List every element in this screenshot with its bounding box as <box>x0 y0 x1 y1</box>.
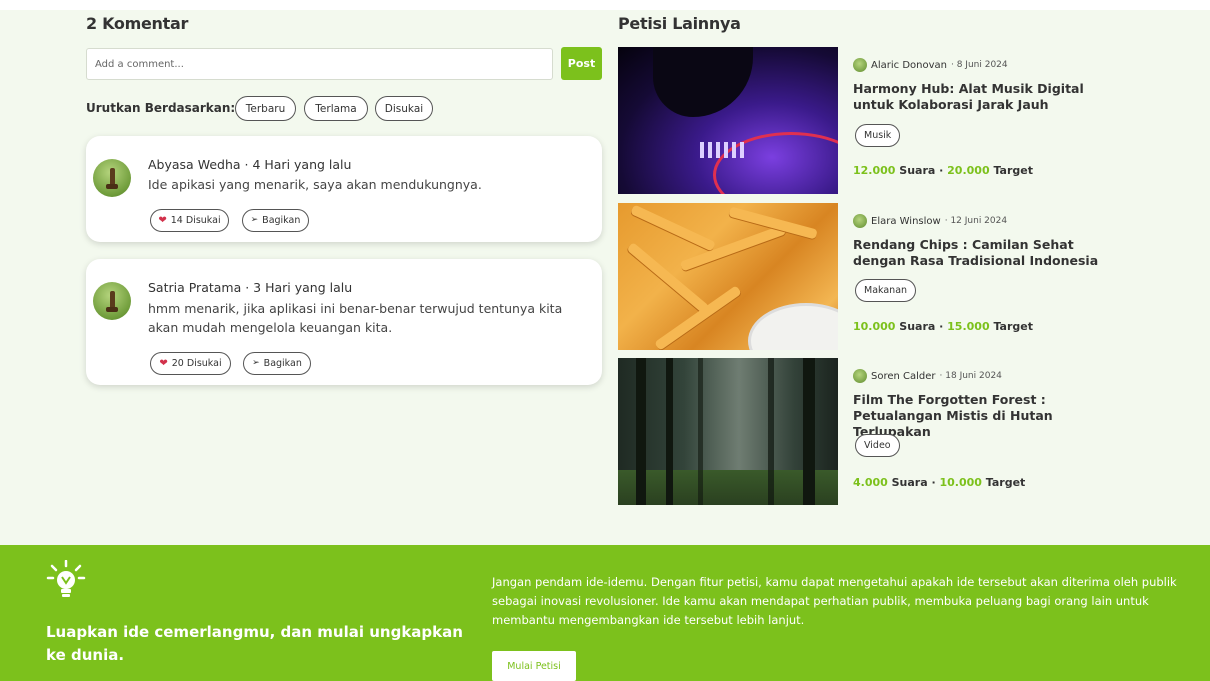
like-button[interactable]: ❤ 20 Disukai <box>150 352 231 375</box>
petition-title[interactable]: Rendang Chips : Camilan Sehat dengan Ras… <box>853 237 1113 269</box>
heart-icon: ❤ <box>159 357 168 369</box>
sort-label: Urutkan Berdasarkan: <box>86 101 236 115</box>
share-arrow-icon: ➢ <box>252 358 260 368</box>
like-count: 20 Disukai <box>171 358 222 369</box>
sort-newest-button[interactable]: Terbaru <box>235 96 296 121</box>
petition-tag[interactable]: Musik <box>855 124 901 147</box>
petition-date: · 8 Juni 2024 <box>950 60 1008 70</box>
sort-oldest-button[interactable]: Terlama <box>304 96 368 121</box>
petition-image-forest[interactable] <box>618 358 838 505</box>
comment-card: Abyasa Wedha · 4 Hari yang lalu Ide apik… <box>86 136 602 242</box>
author-avatar <box>853 58 867 72</box>
avatar <box>93 282 131 320</box>
author-avatar <box>853 214 867 228</box>
petition-image-fries[interactable] <box>618 203 838 350</box>
post-button[interactable]: Post <box>561 47 602 80</box>
petition-title[interactable]: Harmony Hub: Alat Musik Digital untuk Ko… <box>853 81 1113 113</box>
author-avatar <box>853 369 867 383</box>
lightbulb-icon <box>46 560 86 597</box>
petition-meta: Soren Calder · 18 Juni 2024 <box>853 369 1002 383</box>
share-button[interactable]: ➢ Bagikan <box>242 209 309 232</box>
petition-image-dj[interactable] <box>618 47 838 194</box>
petition-stats: 4.000 Suara · 10.000 Target <box>853 476 1026 489</box>
heart-icon: ❤ <box>158 214 167 226</box>
petition-meta: Alaric Donovan · 8 Juni 2024 <box>853 58 1008 72</box>
petition-title[interactable]: Film The Forgotten Forest : Petualangan … <box>853 392 1113 440</box>
comments-title: 2 Komentar <box>86 14 189 33</box>
share-label: Bagikan <box>262 215 301 226</box>
petition-meta: Elara Winslow · 12 Juni 2024 <box>853 214 1007 228</box>
share-button[interactable]: ➢ Bagikan <box>243 352 311 375</box>
petition-tag[interactable]: Makanan <box>855 279 917 302</box>
comment-card: Satria Pratama · 3 Hari yang lalu hmm me… <box>86 259 602 385</box>
comment-input[interactable] <box>86 48 553 80</box>
like-count: 14 Disukai <box>170 215 221 226</box>
like-button[interactable]: ❤ 14 Disukai <box>150 209 229 232</box>
start-petition-button[interactable]: Mulai Petisi <box>492 651 576 681</box>
comment-text: hmm menarik, jika aplikasi ini benar-ben… <box>148 301 563 335</box>
petition-author: Soren Calder <box>871 370 936 382</box>
comment-author: Abyasa Wedha · 4 Hari yang lalu <box>148 157 352 172</box>
petition-date: · 18 Juni 2024 <box>939 371 1002 381</box>
comment-author: Satria Pratama · 3 Hari yang lalu <box>148 280 353 295</box>
share-arrow-icon: ➢ <box>250 215 259 225</box>
other-petitions-title: Petisi Lainnya <box>618 14 741 33</box>
footer-heading: Luapkan ide cemerlangmu, dan mulai ungka… <box>46 623 463 664</box>
petition-author: Elara Winslow <box>871 215 941 227</box>
petition-date: · 12 Juni 2024 <box>944 216 1008 226</box>
avatar <box>93 159 131 197</box>
petition-author: Alaric Donovan <box>871 59 947 71</box>
share-label: Bagikan <box>263 358 302 369</box>
footer-description: Jangan pendam ide-idemu. Dengan fitur pe… <box>492 575 1177 627</box>
petition-tag[interactable]: Video <box>855 434 900 457</box>
sort-liked-button[interactable]: Disukai <box>375 96 433 121</box>
petition-stats: 12.000 Suara · 20.000 Target <box>853 164 1033 177</box>
petition-stats: 10.000 Suara · 15.000 Target <box>853 320 1033 333</box>
comment-text: Ide apikasi yang menarik, saya akan mend… <box>148 177 482 192</box>
